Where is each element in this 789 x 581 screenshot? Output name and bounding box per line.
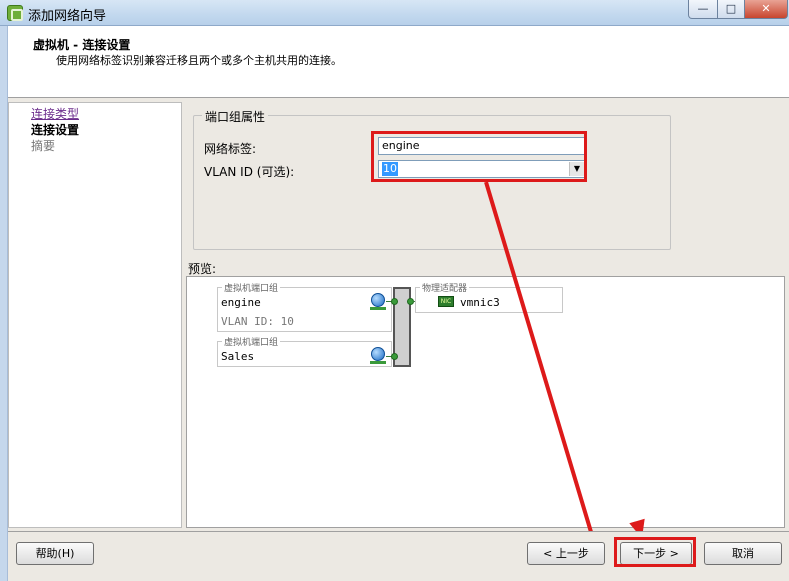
preview-label: 预览: [188, 262, 217, 276]
port-group-name: Sales [221, 350, 255, 363]
title-bar: 添加网络向导 — □ ✕ [0, 0, 789, 26]
port-group-name: engine [221, 296, 261, 309]
vsphere-app-icon [7, 5, 23, 21]
cancel-button[interactable]: 取消 [704, 542, 782, 565]
vm-network-icon [371, 347, 385, 361]
adapter-name: vmnic3 [460, 296, 500, 309]
port-group-sales: 虚拟机端口组 Sales [217, 335, 392, 367]
annotation-highlight-next [614, 537, 696, 567]
close-button[interactable]: ✕ [744, 0, 788, 19]
wizard-step-list: 连接类型 连接设置 摘要 [8, 102, 182, 528]
help-button[interactable]: 帮助(H) [16, 542, 94, 565]
back-button[interactable]: < 上一步 [527, 542, 605, 565]
switch-port-dot [391, 353, 398, 360]
step-summary: 摘要 [31, 139, 56, 153]
nic-icon: NIC [438, 296, 454, 307]
port-group-properties-legend: 端口组属性 [202, 108, 269, 125]
physical-adapters-legend: 物理适配器 [420, 281, 470, 294]
maximize-button[interactable]: □ [717, 0, 745, 19]
wizard-header: 虚拟机 - 连接设置 使用网络标签识别兼容迁移且两个或多个主机共用的连接。 [8, 26, 789, 98]
port-group-legend: 虚拟机端口组 [222, 281, 281, 294]
vm-network-icon-base [370, 361, 386, 364]
port-group-legend: 虚拟机端口组 [222, 335, 281, 348]
minimize-button[interactable]: — [688, 0, 718, 19]
page-title: 虚拟机 - 连接设置 [33, 38, 131, 52]
page-subtitle: 使用网络标签识别兼容迁移且两个或多个主机共用的连接。 [56, 54, 342, 67]
vm-network-icon [371, 293, 385, 307]
vlan-id-label: VLAN ID (可选): [204, 165, 295, 179]
switch-port-dot [391, 298, 398, 305]
port-group-vlan: VLAN ID: 10 [221, 315, 294, 328]
step-connection-type[interactable]: 连接类型 [31, 105, 79, 122]
window-title: 添加网络向导 [28, 9, 107, 24]
annotation-highlight-fields [371, 131, 587, 182]
network-label-label: 网络标签: [204, 142, 257, 156]
step-connection-settings: 连接设置 [31, 123, 80, 137]
vm-network-icon-base [370, 307, 386, 310]
port-group-engine: 虚拟机端口组 engine VLAN ID: 10 [217, 281, 392, 332]
window-left-border [0, 26, 8, 581]
